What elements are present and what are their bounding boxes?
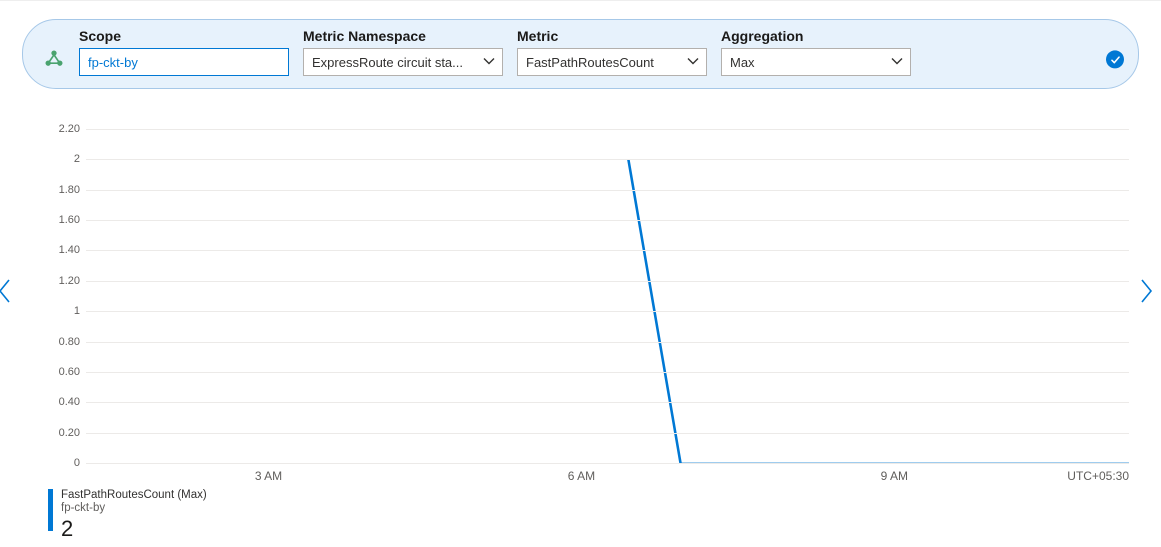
chart-gridline bbox=[86, 281, 1129, 282]
chart-gridline bbox=[86, 129, 1129, 130]
legend-title: FastPathRoutesCount (Max) bbox=[61, 489, 207, 502]
y-tick: 1.40 bbox=[59, 244, 80, 256]
metric-filter: Scope fp-ckt-by Metric Namespace Express… bbox=[22, 19, 1139, 89]
scope-label: Scope bbox=[79, 28, 289, 44]
legend-text: FastPathRoutesCount (Max) fp-ckt-by 2 bbox=[61, 489, 207, 541]
y-tick: 1 bbox=[74, 305, 80, 317]
legend-value: 2 bbox=[61, 516, 207, 541]
y-tick: 2.20 bbox=[59, 123, 80, 135]
chart-gridline bbox=[86, 433, 1129, 434]
metric-select[interactable]: FastPathRoutesCount bbox=[517, 48, 707, 76]
y-tick: 1.20 bbox=[59, 275, 80, 287]
namespace-label: Metric Namespace bbox=[303, 28, 503, 44]
y-tick: 0.40 bbox=[59, 396, 80, 408]
namespace-value: ExpressRoute circuit sta... bbox=[312, 55, 463, 70]
chart-plot: UTC+05:30 00.200.400.600.8011.201.401.60… bbox=[86, 129, 1129, 463]
y-tick: 1.60 bbox=[59, 214, 80, 226]
legend-sub: fp-ckt-by bbox=[61, 502, 207, 515]
chart-gridline bbox=[86, 220, 1129, 221]
aggregation-group: Aggregation Max bbox=[721, 28, 911, 76]
y-tick: 0 bbox=[74, 457, 80, 469]
aggregation-select[interactable]: Max bbox=[721, 48, 911, 76]
chart-gridline bbox=[86, 463, 1129, 464]
next-button[interactable] bbox=[1135, 271, 1157, 311]
x-tick: 6 AM bbox=[568, 469, 595, 483]
chart-gridline bbox=[86, 311, 1129, 312]
y-tick: 1.80 bbox=[59, 184, 80, 196]
y-tick: 2 bbox=[74, 153, 80, 165]
y-tick: 0.60 bbox=[59, 366, 80, 378]
chart-gridline bbox=[86, 342, 1129, 343]
metric-label: Metric bbox=[517, 28, 707, 44]
chevron-down-icon bbox=[686, 54, 700, 71]
chart-gridline bbox=[86, 250, 1129, 251]
namespace-select[interactable]: ExpressRoute circuit sta... bbox=[303, 48, 503, 76]
chevron-down-icon bbox=[890, 54, 904, 71]
previous-button[interactable] bbox=[0, 271, 16, 311]
chart-gridline bbox=[86, 190, 1129, 191]
chart-gridline bbox=[86, 372, 1129, 373]
chart-legend[interactable]: FastPathRoutesCount (Max) fp-ckt-by 2 bbox=[48, 489, 207, 541]
scope-value: fp-ckt-by bbox=[88, 55, 138, 70]
namespace-group: Metric Namespace ExpressRoute circuit st… bbox=[303, 28, 503, 76]
metric-group: Metric FastPathRoutesCount bbox=[517, 28, 707, 76]
chart: UTC+05:30 0 0.20 0.40 0.60 0.80 1 1.20 1.40 1.60… bbox=[50, 129, 1129, 483]
resource-network-icon bbox=[43, 48, 65, 70]
aggregation-label: Aggregation bbox=[721, 28, 911, 44]
chevron-down-icon bbox=[482, 54, 496, 71]
chart-line bbox=[86, 129, 1129, 463]
scope-group: Scope fp-ckt-by bbox=[79, 28, 289, 76]
x-tick: 3 AM bbox=[255, 469, 282, 483]
y-tick: 0.80 bbox=[59, 336, 80, 348]
aggregation-value: Max bbox=[730, 55, 755, 70]
chart-gridline bbox=[86, 159, 1129, 160]
scope-field[interactable]: fp-ckt-by bbox=[79, 48, 289, 76]
legend-swatch bbox=[48, 489, 53, 531]
metric-value: FastPathRoutesCount bbox=[526, 55, 654, 70]
chart-gridline bbox=[86, 402, 1129, 403]
x-tick: 9 AM bbox=[881, 469, 908, 483]
timezone-label: UTC+05:30 bbox=[1067, 469, 1129, 483]
y-tick: 0.20 bbox=[59, 427, 80, 439]
check-icon bbox=[1106, 50, 1124, 68]
